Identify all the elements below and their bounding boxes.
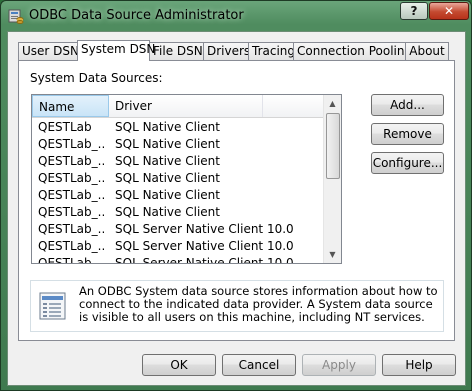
dsn-driver: SQL Native Client: [115, 205, 220, 219]
dsn-name: QESTLab_...: [38, 239, 104, 253]
list-item[interactable]: QESTLab_... SQL Native Client: [32, 204, 327, 221]
dsn-driver: SQL Native Client: [115, 171, 220, 185]
odbc-app-icon: [8, 9, 24, 24]
odbc-admin-window: ODBC Data Source Administrator ? ✕ User …: [0, 0, 472, 391]
window-title: ODBC Data Source Administrator: [29, 8, 244, 23]
info-text: An ODBC System data source stores inform…: [79, 284, 438, 324]
dsn-driver: SQL Native Client: [115, 120, 220, 134]
data-sources-list[interactable]: Name Driver QESTLab SQL Native Client QES…: [31, 94, 342, 264]
help-icon[interactable]: ?: [400, 2, 428, 20]
tab-about[interactable]: About: [405, 42, 449, 60]
tab-file-dsn[interactable]: File DSN: [149, 42, 204, 60]
help-button[interactable]: Help: [382, 354, 456, 376]
remove-button[interactable]: Remove: [371, 123, 444, 145]
tab-system-dsn[interactable]: System DSN: [77, 40, 155, 61]
dsn-name: QESTLab_...: [38, 154, 104, 168]
dsn-driver: SQL Server Native Client 10.0: [115, 222, 294, 236]
list-item[interactable]: QESTLab_... SQL Native Client: [32, 170, 327, 187]
apply-button[interactable]: Apply: [302, 354, 376, 376]
dsn-driver: SQL Native Client: [115, 154, 220, 168]
list-vertical-scrollbar[interactable]: ▲ ▼: [323, 95, 341, 263]
column-header-driver[interactable]: Driver: [109, 95, 263, 117]
dsn-name: QESTLab_...: [38, 137, 104, 151]
title-bar[interactable]: ODBC Data Source Administrator ? ✕: [1, 1, 471, 31]
configure-button[interactable]: Configure...: [371, 152, 444, 174]
dsn-driver: SQL Server Native Client 10.0: [115, 239, 294, 253]
tab-tracing[interactable]: Tracing: [248, 42, 295, 60]
dsn-name: QESTLab_...: [38, 171, 104, 185]
tab-user-dsn[interactable]: User DSN: [18, 42, 79, 60]
system-dsn-panel: System Data Sources: Name Driver QESTLab…: [18, 60, 455, 341]
data-source-info-icon: [39, 292, 66, 320]
column-header-name[interactable]: Name: [32, 95, 109, 117]
dsn-name: QESTLab_...: [38, 205, 104, 219]
ok-button[interactable]: OK: [142, 354, 216, 376]
list-item[interactable]: QESTLab_... SQL Server Native Client 10.0: [32, 221, 327, 238]
dsn-name: QESTLab: [38, 120, 92, 134]
scroll-thumb[interactable]: [326, 113, 340, 179]
dialog-client-area: User DSN System DSN File DSN Drivers Tra…: [7, 31, 466, 386]
dsn-name: QESTLab_...: [38, 256, 104, 264]
dsn-name: QESTLab_...: [38, 222, 104, 236]
list-item[interactable]: QESTLab_... SQL Server Native Client 10.0: [32, 255, 327, 264]
cancel-button[interactable]: Cancel: [222, 354, 296, 376]
close-icon[interactable]: ✕: [429, 2, 469, 20]
list-item[interactable]: QESTLab_... SQL Native Client: [32, 136, 327, 153]
tab-drivers[interactable]: Drivers: [203, 42, 250, 60]
scroll-down-icon[interactable]: ▼: [324, 246, 341, 263]
info-box: An ODBC System data source stores inform…: [30, 280, 444, 332]
dsn-driver: SQL Native Client: [115, 188, 220, 202]
dsn-driver: SQL Server Native Client 10.0: [115, 256, 294, 264]
system-data-sources-label: System Data Sources:: [30, 71, 163, 85]
scroll-up-icon[interactable]: ▲: [324, 95, 341, 112]
list-item[interactable]: QESTLab SQL Native Client: [32, 119, 327, 136]
tab-connection-pooling[interactable]: Connection Pooling: [293, 42, 412, 60]
add-button[interactable]: Add...: [371, 94, 444, 116]
list-header: Name Driver: [32, 95, 327, 118]
dsn-name: QESTLab_...: [38, 188, 104, 202]
list-rows: QESTLab SQL Native Client QESTLab_... SQL …: [32, 119, 327, 264]
dsn-driver: SQL Native Client: [115, 137, 220, 151]
list-item[interactable]: QESTLab_... SQL Native Client: [32, 187, 327, 204]
list-item[interactable]: QESTLab_... SQL Native Client: [32, 153, 327, 170]
list-item[interactable]: QESTLab_... SQL Server Native Client 10.0: [32, 238, 327, 255]
